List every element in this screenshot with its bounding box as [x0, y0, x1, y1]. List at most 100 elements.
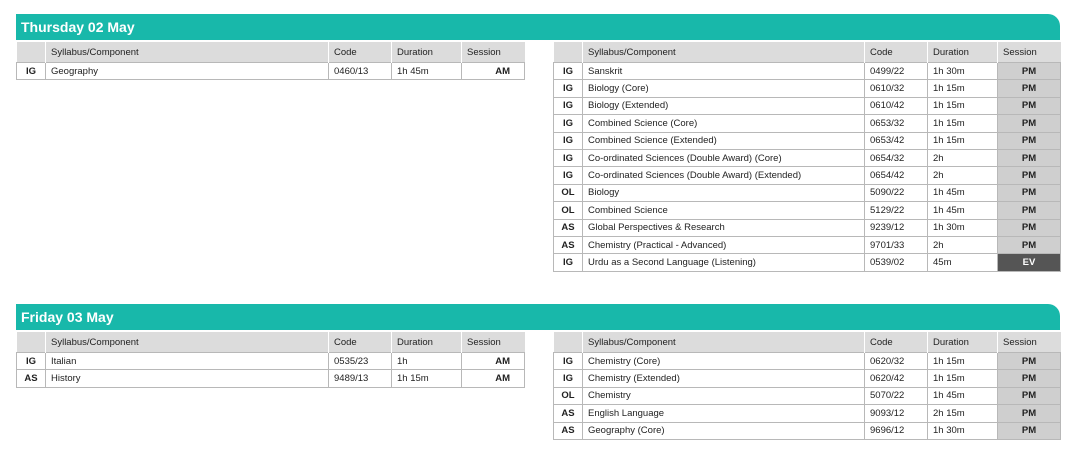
duration-header: Duration [927, 332, 998, 353]
session-table: Syllabus/Component Code Duration Session… [553, 332, 1061, 440]
code-cell: 9696/12 [864, 421, 928, 440]
duration-cell: 1h 45m [927, 201, 998, 220]
table-row: OL Combined Science 5129/22 1h 45m PM [553, 201, 1061, 220]
session-table: Syllabus/Component Code Duration Session… [553, 42, 1061, 272]
session-cell: PM [997, 166, 1061, 185]
session-cell: EV [997, 253, 1061, 272]
day-section: Friday 03 May Syllabus/Component Code Du… [16, 304, 1061, 440]
code-header: Code [864, 332, 928, 353]
syllabus-header: Syllabus/Component [45, 42, 329, 63]
level-cell: AS [553, 235, 583, 255]
session-cell: PM [997, 114, 1061, 133]
table-row: IG Sanskrit 0499/22 1h 30m PM [553, 61, 1061, 81]
code-header: Code [328, 42, 392, 63]
code-cell: 0460/13 [328, 61, 392, 81]
syllabus-cell: Biology (Core) [582, 79, 865, 98]
table-row: IG Geography 0460/13 1h 45m AM [16, 61, 525, 81]
session-cell: AM [461, 369, 525, 388]
session-table: Syllabus/Component Code Duration Session… [16, 332, 525, 388]
session-cell: PM [997, 131, 1061, 150]
code-cell: 9489/13 [328, 369, 392, 388]
duration-header: Duration [391, 42, 462, 63]
syllabus-cell: Combined Science [582, 201, 865, 220]
code-cell: 9239/12 [864, 218, 928, 237]
syllabus-cell: Urdu as a Second Language (Listening) [582, 253, 865, 272]
duration-cell: 1h 30m [927, 218, 998, 237]
table-row: IG Biology (Core) 0610/32 1h 15m PM [553, 79, 1061, 98]
session-cell: PM [997, 235, 1061, 255]
session-table: Syllabus/Component Code Duration Session… [16, 42, 525, 81]
duration-cell: 1h 30m [927, 421, 998, 440]
session-header: Session [997, 332, 1061, 353]
session-cell: PM [997, 79, 1061, 98]
code-cell: 5129/22 [864, 201, 928, 220]
session-cell: PM [997, 421, 1061, 440]
syllabus-cell: Co-ordinated Sciences (Double Award) (Co… [582, 148, 865, 168]
table-row: IG Italian 0535/23 1h AM [16, 351, 525, 371]
code-cell: 0654/42 [864, 166, 928, 185]
session-cell: PM [997, 96, 1061, 116]
duration-cell: 1h 45m [927, 386, 998, 406]
duration-cell: 1h [391, 351, 462, 371]
duration-cell: 1h 45m [391, 61, 462, 81]
syllabus-cell: Chemistry (Practical - Advanced) [582, 235, 865, 255]
duration-cell: 2h 15m [927, 404, 998, 423]
syllabus-cell: Combined Science (Extended) [582, 131, 865, 150]
level-cell: OL [553, 386, 583, 406]
syllabus-cell: Chemistry (Extended) [582, 369, 865, 388]
code-cell: 0654/32 [864, 148, 928, 168]
code-header: Code [864, 42, 928, 63]
duration-cell: 45m [927, 253, 998, 272]
table-row: AS Chemistry (Practical - Advanced) 9701/3… [553, 235, 1061, 255]
table-row: IG Chemistry (Core) 0620/32 1h 15m PM [553, 351, 1061, 371]
day-title: Friday 03 May [16, 304, 1060, 330]
level-cell: IG [553, 166, 583, 185]
code-cell: 0535/23 [328, 351, 392, 371]
syllabus-cell: History [45, 369, 329, 388]
session-cell: PM [997, 386, 1061, 406]
session-header: Session [461, 332, 525, 353]
duration-header: Duration [391, 332, 462, 353]
table-row: AS History 9489/13 1h 15m AM [16, 369, 525, 388]
code-header: Code [328, 332, 392, 353]
table-row: AS Geography (Core) 9696/12 1h 30m PM [553, 421, 1061, 440]
code-cell: 0620/32 [864, 351, 928, 371]
session-cell: PM [997, 218, 1061, 237]
table-row: IG Biology (Extended) 0610/42 1h 15m PM [553, 96, 1061, 116]
session-cell: PM [997, 369, 1061, 388]
level-cell: AS [16, 369, 46, 388]
table-row: IG Combined Science (Extended) 0653/42 1h 1… [553, 131, 1061, 150]
level-cell: IG [553, 61, 583, 81]
session-cell: PM [997, 351, 1061, 371]
code-cell: 5070/22 [864, 386, 928, 406]
day-section: Thursday 02 May Syllabus/Component Code … [16, 14, 1061, 272]
session-cell: PM [997, 183, 1061, 203]
syllabus-cell: Italian [45, 351, 329, 371]
level-header [553, 332, 583, 353]
duration-cell: 1h 15m [927, 114, 998, 133]
session-cell: AM [461, 61, 525, 81]
level-cell: OL [553, 201, 583, 220]
table-row: IG Urdu as a Second Language (Listening) 0… [553, 253, 1061, 272]
duration-cell: 2h [927, 148, 998, 168]
syllabus-cell: English Language [582, 404, 865, 423]
code-cell: 0610/32 [864, 79, 928, 98]
code-cell: 0539/02 [864, 253, 928, 272]
session-header: Session [997, 42, 1061, 63]
duration-cell: 1h 30m [927, 61, 998, 81]
syllabus-cell: Chemistry [582, 386, 865, 406]
code-cell: 9093/12 [864, 404, 928, 423]
session-cell: PM [997, 148, 1061, 168]
session-header: Session [461, 42, 525, 63]
code-cell: 5090/22 [864, 183, 928, 203]
duration-cell: 1h 45m [927, 183, 998, 203]
code-cell: 0653/32 [864, 114, 928, 133]
syllabus-cell: Co-ordinated Sciences (Double Award) (Ex… [582, 166, 865, 185]
level-cell: IG [553, 351, 583, 371]
syllabus-cell: Geography [45, 61, 329, 81]
table-row: IG Combined Science (Core) 0653/32 1h 15m PM [553, 114, 1061, 133]
session-cell: PM [997, 404, 1061, 423]
level-cell: IG [553, 114, 583, 133]
duration-cell: 1h 15m [391, 369, 462, 388]
duration-cell: 1h 15m [927, 79, 998, 98]
